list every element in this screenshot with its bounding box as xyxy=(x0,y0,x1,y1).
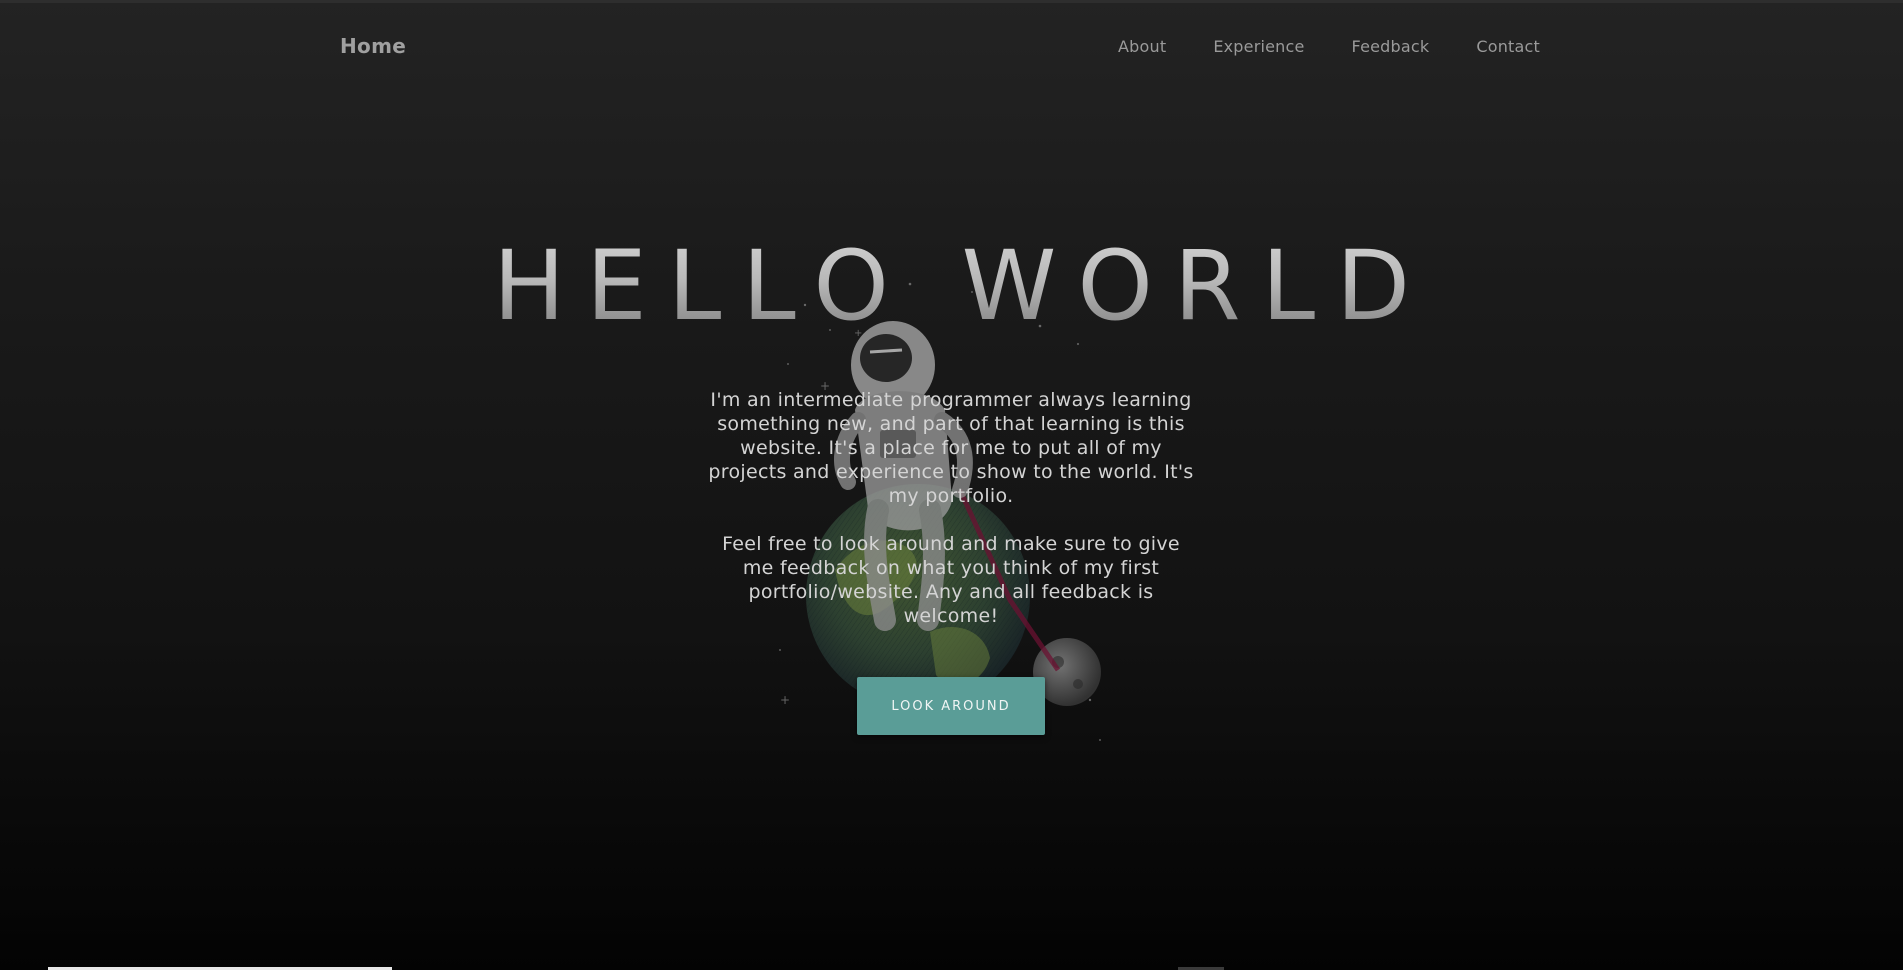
nav-link-experience[interactable]: Experience xyxy=(1213,37,1304,56)
look-around-button[interactable]: LOOK AROUND xyxy=(857,677,1045,735)
intro-paragraph-1: I'm an intermediate programmer always le… xyxy=(708,389,1194,507)
nav-link-feedback[interactable]: Feedback xyxy=(1352,37,1430,56)
nav-link-about[interactable]: About xyxy=(1118,37,1166,56)
top-border xyxy=(0,0,1903,3)
page-background: Home About Experience Feedback Contact +… xyxy=(0,0,1903,970)
svg-text:+: + xyxy=(780,693,790,707)
intro-paragraph-2: Feel free to look around and make sure t… xyxy=(722,533,1180,627)
nav-link-contact[interactable]: Contact xyxy=(1476,37,1540,56)
intro-text: I'm an intermediate programmer always le… xyxy=(706,388,1196,652)
hero-title: HELLO WORLD xyxy=(0,228,1903,344)
nav-links: About Experience Feedback Contact xyxy=(1071,37,1540,56)
nav-home-link[interactable]: Home xyxy=(340,34,406,58)
